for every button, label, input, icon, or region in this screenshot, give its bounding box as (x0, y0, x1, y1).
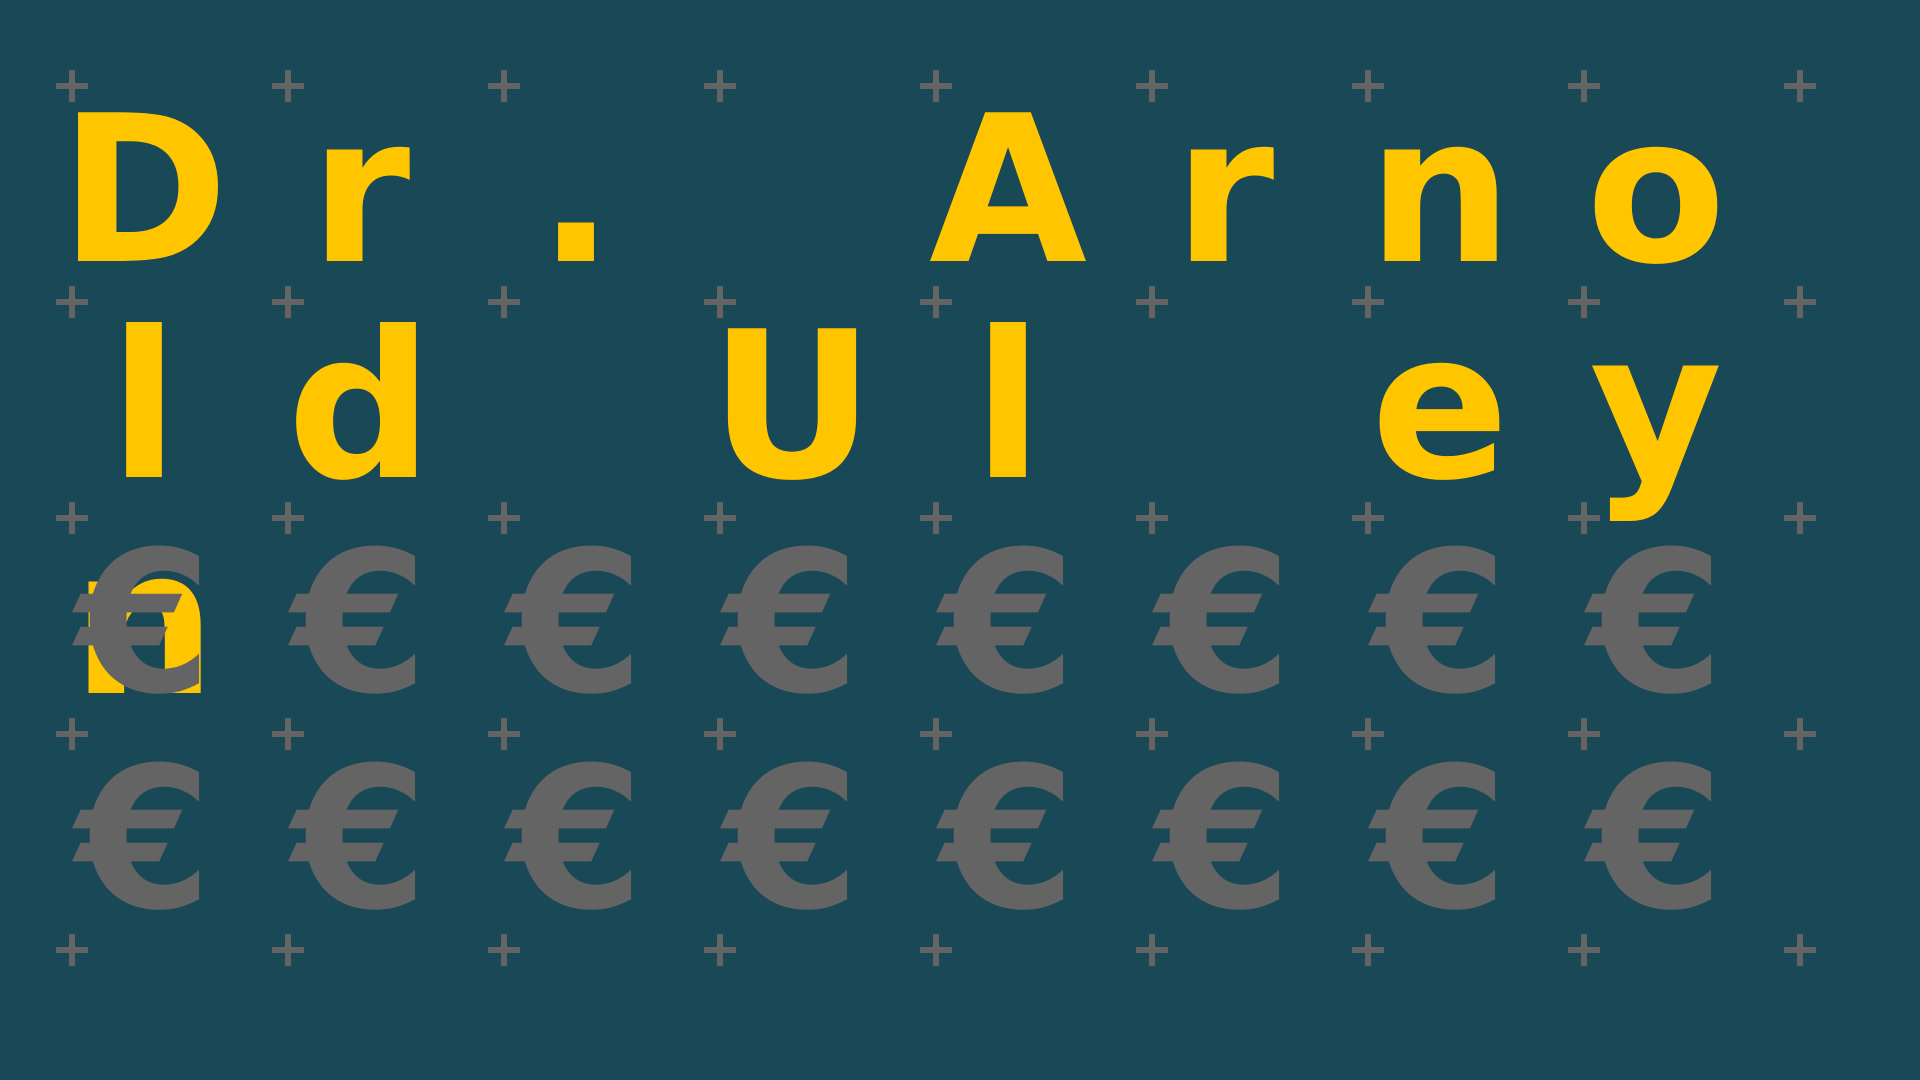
euro-symbol: € (75, 510, 213, 738)
name-letter: d (286, 289, 434, 526)
name-letter: U (709, 289, 875, 526)
name-letter: o (1585, 73, 1727, 310)
plus-marker-icon (1784, 934, 1816, 966)
euro-symbol: € (1371, 726, 1509, 954)
name-letter: l (109, 289, 179, 526)
name-letter: n (1367, 73, 1513, 310)
euro-symbol: € (939, 726, 1077, 954)
plus-marker-icon (1784, 286, 1816, 318)
plus-marker-icon (704, 70, 736, 102)
euro-symbol: € (1371, 510, 1509, 738)
name-letter: l (973, 289, 1043, 526)
name-card-canvas: Dr.ArnoldUleyn € € € € € € € € € € € € € € € € (0, 0, 1920, 1080)
name-letter: . (537, 73, 615, 310)
euro-symbol: € (507, 510, 645, 738)
euro-symbol: € (75, 726, 213, 954)
euro-symbol: € (291, 510, 429, 738)
name-letter: r (309, 73, 411, 310)
name-letter: r (1173, 73, 1275, 310)
euro-symbol: € (291, 726, 429, 954)
name-letter: e (1370, 289, 1510, 526)
euro-symbol: € (939, 510, 1077, 738)
plus-marker-icon (1784, 718, 1816, 750)
name-letter: y (1589, 289, 1723, 526)
euro-symbol: € (723, 510, 861, 738)
euro-symbol: € (1155, 510, 1293, 738)
euro-symbol: € (1155, 726, 1293, 954)
euro-symbol: € (1587, 726, 1725, 954)
plus-marker-icon (1784, 70, 1816, 102)
name-letter: A (929, 73, 1087, 310)
name-letter: D (59, 73, 229, 310)
plus-marker-icon (1784, 502, 1816, 534)
euro-symbol: € (1587, 510, 1725, 738)
euro-symbol: € (507, 726, 645, 954)
euro-symbol: € (723, 726, 861, 954)
